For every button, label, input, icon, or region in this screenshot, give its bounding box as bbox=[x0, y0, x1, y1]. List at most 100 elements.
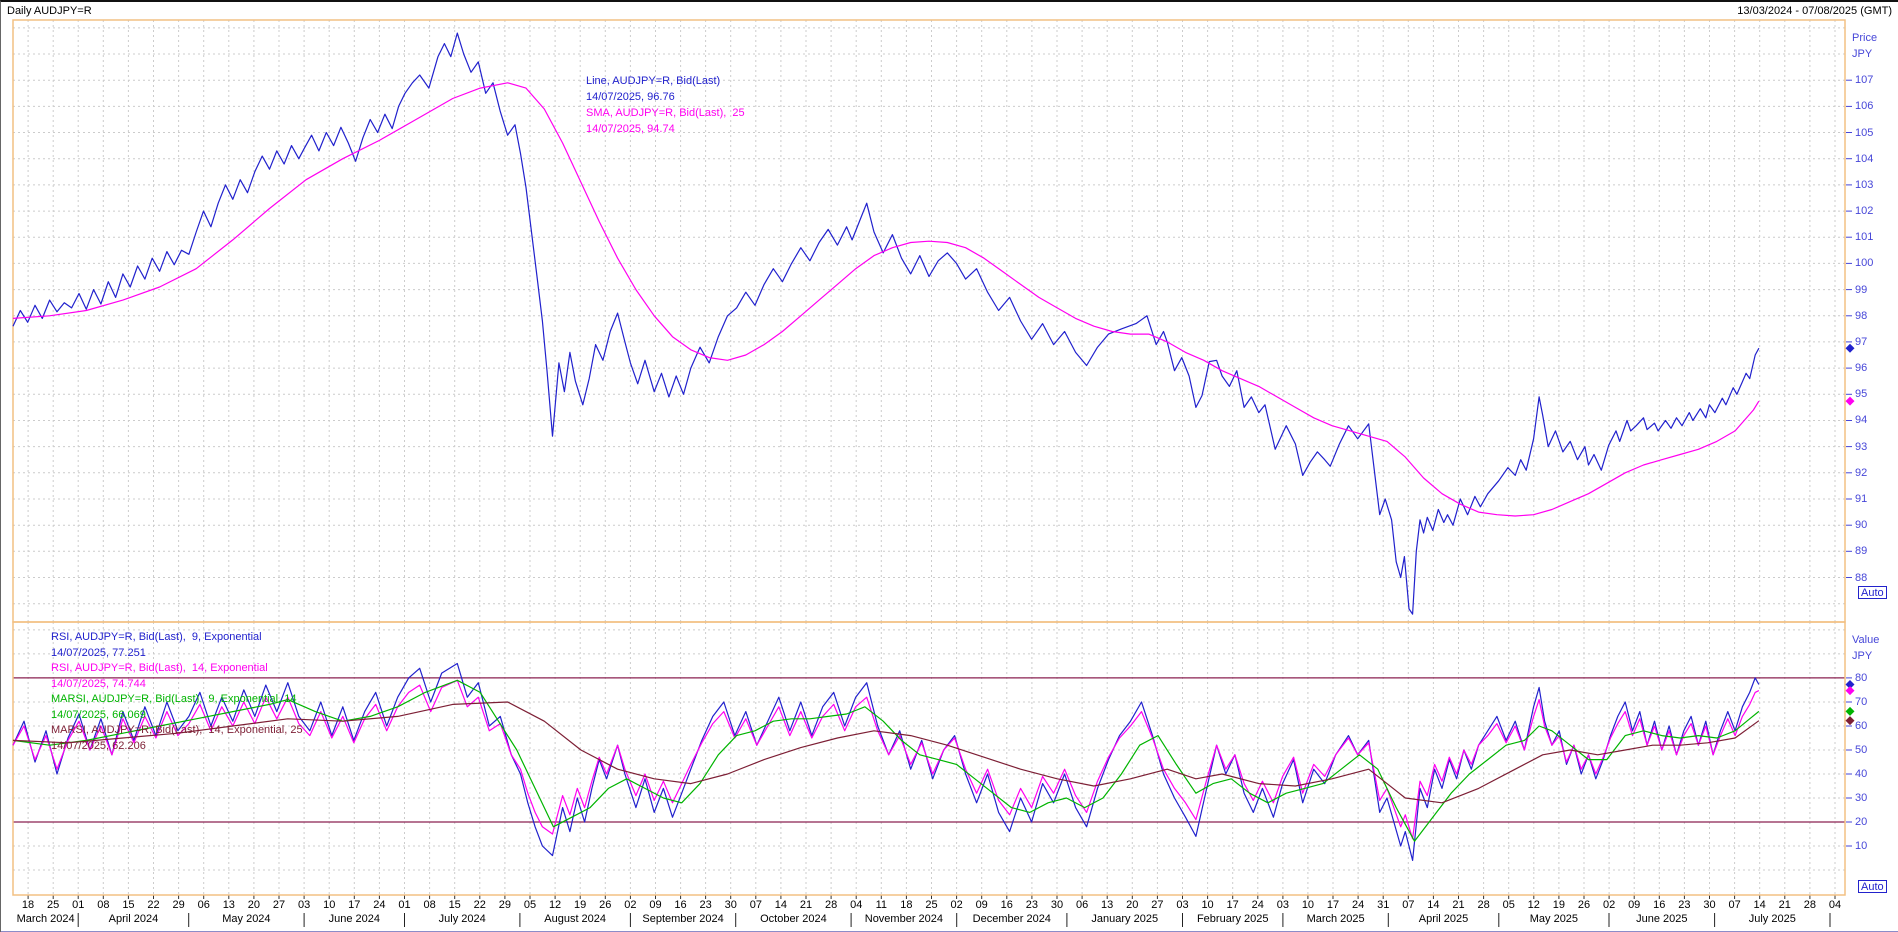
date-tick-label: 22 bbox=[474, 899, 486, 911]
date-tick-label: 15 bbox=[122, 899, 134, 911]
date-tick-label: 27 bbox=[273, 899, 285, 911]
date-tick-label: 26 bbox=[599, 899, 611, 911]
rsi-legend-series1-value: 14/07/2025, 77.251 bbox=[51, 646, 303, 662]
month-label: May 2024 bbox=[222, 913, 270, 925]
date-tick-label: 03 bbox=[1176, 899, 1188, 911]
value-axis-tick-label: 60 bbox=[1855, 720, 1867, 732]
price-axis-tick-label: 101 bbox=[1855, 231, 1873, 243]
price-axis-auto-button[interactable]: Auto bbox=[1858, 586, 1887, 599]
main-panel-legend: Line, AUDJPY=R, Bid(Last)14/07/2025, 96.… bbox=[586, 73, 745, 137]
date-tick-label: 27 bbox=[1151, 899, 1163, 911]
date-tick-label: 23 bbox=[1678, 899, 1690, 911]
month-label: December 2024 bbox=[973, 913, 1051, 925]
last-value-marker bbox=[1846, 686, 1855, 695]
date-tick-label: 23 bbox=[1026, 899, 1038, 911]
date-tick-label: 13 bbox=[223, 899, 235, 911]
last-value-marker bbox=[1846, 716, 1855, 725]
month-label: February 2025 bbox=[1197, 913, 1269, 925]
date-tick-label: 25 bbox=[925, 899, 937, 911]
rsi-legend-series4-name: MARSI, AUDJPY=R, Bid(Last), 14, Exponent… bbox=[51, 723, 303, 739]
value-axis-auto-button[interactable]: Auto bbox=[1858, 880, 1887, 893]
date-tick-label: 05 bbox=[524, 899, 536, 911]
price-axis-tick-label: 103 bbox=[1855, 179, 1873, 191]
value-axis-title: Value bbox=[1852, 634, 1879, 646]
price-axis-tick-label: 93 bbox=[1855, 441, 1867, 453]
rsi-legend-series3-value: 14/07/2025, 66.069 bbox=[51, 708, 303, 724]
date-tick-label: 08 bbox=[423, 899, 435, 911]
date-tick-label: 12 bbox=[549, 899, 561, 911]
price-axis-tick-label: 90 bbox=[1855, 519, 1867, 531]
date-tick-label: 16 bbox=[674, 899, 686, 911]
main-legend-series2-value: 14/07/2025, 94.74 bbox=[586, 121, 745, 137]
value-axis-tick-label: 30 bbox=[1855, 792, 1867, 804]
price-axis-tick-label: 94 bbox=[1855, 414, 1867, 426]
date-tick-label: 10 bbox=[1201, 899, 1213, 911]
date-tick-label: 03 bbox=[1277, 899, 1289, 911]
date-tick-label: 01 bbox=[72, 899, 84, 911]
rsi-legend-series1-name: RSI, AUDJPY=R, Bid(Last), 9, Exponential bbox=[51, 630, 303, 646]
date-tick-label: 16 bbox=[1001, 899, 1013, 911]
date-tick-label: 30 bbox=[1703, 899, 1715, 911]
price-axis-tick-label: 96 bbox=[1855, 362, 1867, 374]
date-tick-label: 28 bbox=[1804, 899, 1816, 911]
price-axis-tick-label: 99 bbox=[1855, 284, 1867, 296]
month-label: March 2025 bbox=[1307, 913, 1365, 925]
rsi-legend-series4-value: 14/07/2025, 62.206 bbox=[51, 739, 303, 755]
month-label: March 2024 bbox=[17, 913, 75, 925]
last-value-marker bbox=[1846, 397, 1855, 406]
date-tick-label: 24 bbox=[1352, 899, 1364, 911]
price-axis-tick-label: 100 bbox=[1855, 257, 1873, 269]
value-axis-tick-label: 70 bbox=[1855, 696, 1867, 708]
month-label: June 2024 bbox=[329, 913, 380, 925]
date-tick-label: 16 bbox=[1653, 899, 1665, 911]
price-axis-title: JPY bbox=[1852, 48, 1872, 60]
date-tick-label: 05 bbox=[1503, 899, 1515, 911]
date-tick-label: 06 bbox=[198, 899, 210, 911]
date-tick-label: 01 bbox=[398, 899, 410, 911]
date-tick-label: 08 bbox=[97, 899, 109, 911]
chart-window: Daily AUDJPY=R 13/03/2024 - 07/08/2025 (… bbox=[0, 0, 1898, 932]
date-tick-label: 19 bbox=[574, 899, 586, 911]
price-axis-tick-label: 102 bbox=[1855, 205, 1873, 217]
main-panel-border bbox=[13, 20, 1845, 622]
date-tick-label: 15 bbox=[449, 899, 461, 911]
rsi-panel-legend: RSI, AUDJPY=R, Bid(Last), 9, Exponential… bbox=[51, 630, 303, 754]
price-axis-tick-label: 98 bbox=[1855, 310, 1867, 322]
month-label: April 2024 bbox=[109, 913, 159, 925]
date-tick-label: 21 bbox=[1452, 899, 1464, 911]
value-axis-tick-label: 20 bbox=[1855, 816, 1867, 828]
date-tick-label: 28 bbox=[825, 899, 837, 911]
price-axis-tick-label: 92 bbox=[1855, 467, 1867, 479]
month-label: June 2025 bbox=[1636, 913, 1687, 925]
last-value-marker bbox=[1846, 344, 1855, 353]
date-tick-label: 24 bbox=[1252, 899, 1264, 911]
price-axis-tick-label: 105 bbox=[1855, 127, 1873, 139]
main-legend-series1-name: Line, AUDJPY=R, Bid(Last) bbox=[586, 73, 745, 89]
price-and-rsi-chart[interactable] bbox=[1, 2, 1898, 932]
series-price_line bbox=[13, 33, 1759, 614]
date-tick-label: 30 bbox=[725, 899, 737, 911]
date-tick-label: 29 bbox=[499, 899, 511, 911]
date-tick-label: 17 bbox=[1227, 899, 1239, 911]
date-tick-label: 02 bbox=[624, 899, 636, 911]
date-tick-label: 14 bbox=[1754, 899, 1766, 911]
date-tick-label: 02 bbox=[1603, 899, 1615, 911]
date-tick-label: 22 bbox=[147, 899, 159, 911]
last-value-marker bbox=[1846, 707, 1855, 716]
date-tick-label: 18 bbox=[900, 899, 912, 911]
price-axis-tick-label: 106 bbox=[1855, 100, 1873, 112]
date-tick-label: 30 bbox=[1051, 899, 1063, 911]
date-tick-label: 24 bbox=[373, 899, 385, 911]
date-tick-label: 07 bbox=[750, 899, 762, 911]
date-tick-label: 07 bbox=[1728, 899, 1740, 911]
value-axis-title: JPY bbox=[1852, 650, 1872, 662]
date-tick-label: 09 bbox=[1628, 899, 1640, 911]
main-legend-series1-value: 14/07/2025, 96.76 bbox=[586, 89, 745, 105]
month-label: April 2025 bbox=[1419, 913, 1469, 925]
date-tick-label: 04 bbox=[1829, 899, 1841, 911]
price-axis-tick-label: 88 bbox=[1855, 572, 1867, 584]
date-tick-label: 19 bbox=[1553, 899, 1565, 911]
date-tick-label: 10 bbox=[1302, 899, 1314, 911]
date-tick-label: 17 bbox=[1327, 899, 1339, 911]
date-tick-label: 21 bbox=[1779, 899, 1791, 911]
